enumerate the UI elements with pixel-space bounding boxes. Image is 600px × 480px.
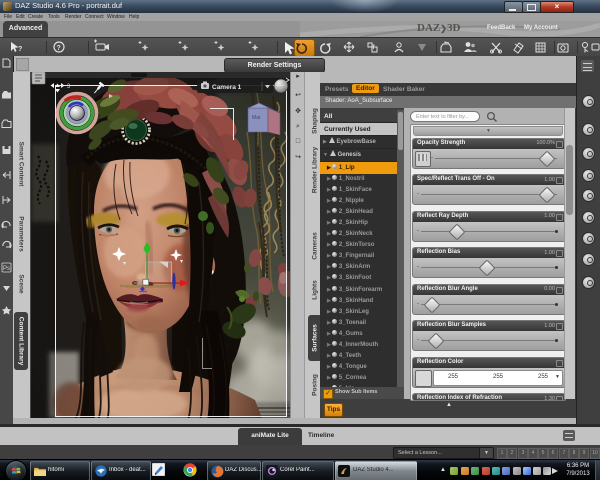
svg-text:?: ?	[18, 46, 22, 53]
svg-text:?: ?	[57, 45, 61, 52]
svg-text:Mat: Mat	[252, 115, 261, 121]
svg-text:Ps: Ps	[3, 266, 10, 272]
svg-text:Camera 1: Camera 1	[212, 84, 242, 91]
